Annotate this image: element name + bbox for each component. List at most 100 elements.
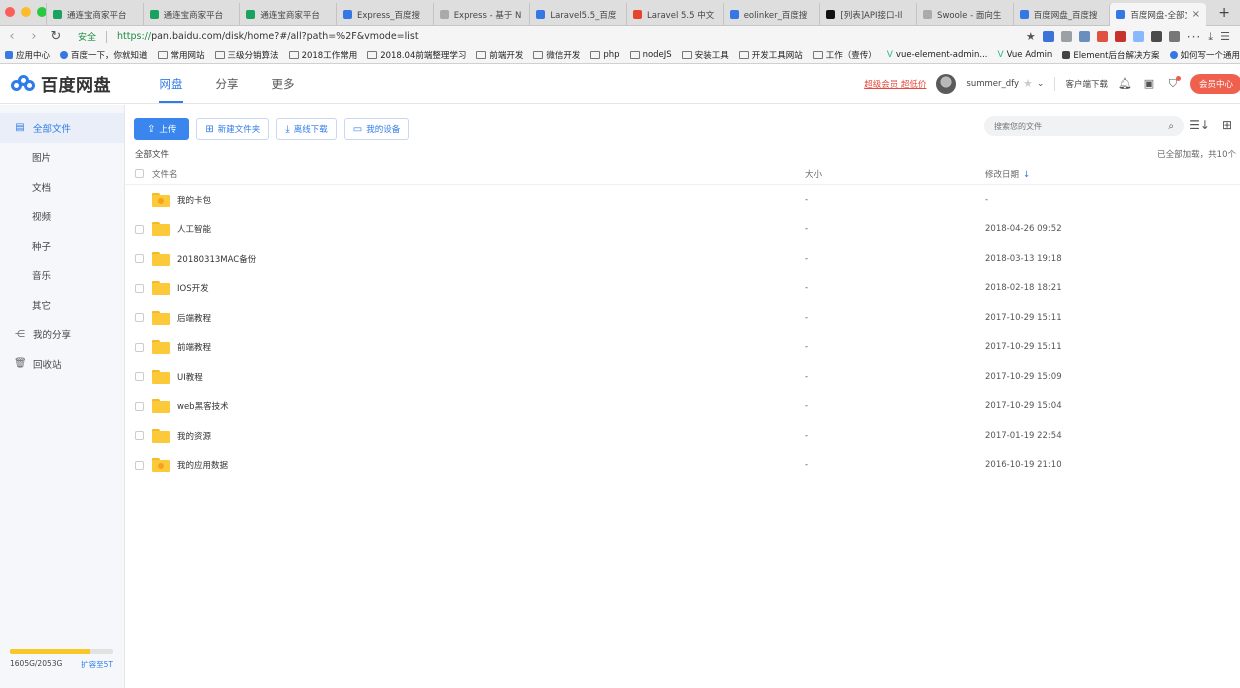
nav-tab[interactable]: 更多 bbox=[255, 64, 311, 103]
bell-icon[interactable]: 🔔︎ bbox=[1118, 77, 1132, 91]
row-checkbox[interactable] bbox=[135, 431, 144, 441]
row-checkbox[interactable] bbox=[135, 313, 144, 323]
column-name-header[interactable]: 文件名 bbox=[152, 168, 805, 180]
sidebar-item[interactable]: ▤ 全部文件 bbox=[0, 113, 124, 143]
reload-icon[interactable]: ↻ bbox=[50, 29, 62, 44]
browser-tab[interactable]: Express_百度搜 bbox=[336, 3, 433, 26]
more-icon[interactable]: ··· bbox=[1187, 30, 1201, 44]
row-checkbox[interactable] bbox=[135, 372, 144, 382]
row-checkbox[interactable] bbox=[135, 283, 144, 293]
row-checkbox[interactable] bbox=[135, 224, 144, 234]
sort-list-icon[interactable]: ☰↓ bbox=[1189, 118, 1210, 132]
minimize-window-button[interactable] bbox=[21, 7, 31, 17]
column-size-header[interactable]: 大小 bbox=[805, 168, 985, 180]
table-row[interactable]: 我的资源 - 2017-01-19 22:54 bbox=[125, 421, 1240, 451]
extension-red-icon[interactable] bbox=[1096, 31, 1108, 42]
sidebar-item[interactable]: 图片 bbox=[0, 143, 124, 173]
bookmark-item[interactable]: 微信开发 bbox=[533, 49, 580, 61]
member-center-button[interactable]: 会员中心 bbox=[1189, 73, 1240, 94]
close-tab-icon[interactable]: × bbox=[1192, 9, 1200, 20]
bookmark-item[interactable]: php bbox=[590, 50, 620, 60]
file-name[interactable]: 我的资源 bbox=[177, 430, 805, 442]
bookmark-item[interactable]: Vvue-element-admin... bbox=[887, 50, 988, 60]
nav-tab[interactable]: 分享 bbox=[199, 64, 255, 103]
browser-tab[interactable]: 通连宝商家平台 bbox=[46, 3, 143, 26]
file-name[interactable]: IOS开发 bbox=[177, 282, 805, 294]
row-checkbox[interactable] bbox=[135, 401, 144, 411]
file-name[interactable]: 20180313MAC备份 bbox=[177, 253, 805, 265]
my-devices-button[interactable]: ▭ 我的设备 bbox=[343, 118, 410, 140]
logo[interactable]: 百度网盘 bbox=[11, 71, 131, 96]
browser-tab[interactable]: 百度网盘-全部文 × bbox=[1109, 3, 1207, 26]
file-name[interactable]: UI教程 bbox=[177, 371, 805, 383]
browser-tab[interactable]: 百度网盘_百度搜 bbox=[1012, 3, 1110, 26]
file-name[interactable]: 前端教程 bbox=[177, 341, 805, 353]
bookmark-item[interactable]: 应用中心 bbox=[5, 49, 50, 61]
download-icon[interactable]: ⤓ bbox=[1208, 30, 1213, 44]
nav-tab[interactable]: 网盘 bbox=[143, 64, 199, 103]
search-input[interactable] bbox=[994, 121, 1169, 131]
vip-promo-link[interactable]: 超级会员 超低价 bbox=[864, 78, 926, 90]
sidebar-item[interactable]: 种子 bbox=[0, 231, 124, 261]
file-name[interactable]: 我的卡包 bbox=[177, 194, 805, 206]
bookmark-item[interactable]: V Vue Admin bbox=[998, 50, 1053, 60]
clipboard-icon[interactable]: ▣ bbox=[1142, 77, 1156, 91]
breadcrumb[interactable]: 全部文件 bbox=[135, 148, 169, 160]
table-row[interactable]: 人工智能 - 2018-04-26 09:52 bbox=[125, 215, 1240, 245]
shirt-icon[interactable]: ⛉ bbox=[1166, 75, 1181, 91]
bookmark-item[interactable]: 2018工作常用 bbox=[288, 49, 357, 61]
new-tab-button[interactable]: + bbox=[1218, 5, 1230, 21]
extension-bag-icon[interactable] bbox=[1168, 31, 1180, 42]
bookmark-item[interactable]: Element后台解决方案 bbox=[1062, 49, 1160, 61]
table-row[interactable]: 我的应用数据 - 2016-10-19 21:10 bbox=[125, 451, 1240, 481]
file-name[interactable]: 后端教程 bbox=[177, 312, 805, 324]
column-date-header[interactable]: 修改日期 ↓ bbox=[985, 168, 1240, 180]
browser-tab[interactable]: Express - 基于 N bbox=[432, 3, 530, 26]
sidebar-item[interactable]: 视频 bbox=[0, 202, 124, 232]
search-icon[interactable]: ⌕ bbox=[1168, 121, 1174, 132]
table-row[interactable]: 我的卡包 - - bbox=[125, 185, 1240, 215]
bookmark-item[interactable]: 常用网站 bbox=[157, 49, 205, 61]
upload-button[interactable]: ⇪ 上传 bbox=[134, 118, 190, 140]
sidebar-item[interactable]: 文档 bbox=[0, 172, 124, 202]
file-name[interactable]: 我的应用数据 bbox=[177, 459, 805, 471]
avatar[interactable] bbox=[936, 73, 957, 94]
bookmark-item[interactable]: 安装工具 bbox=[681, 49, 729, 61]
bookmark-item[interactable]: 百度一下，你就知道 bbox=[60, 49, 148, 61]
bookmark-item[interactable]: nodeJS bbox=[629, 50, 672, 60]
browser-tab[interactable]: Swoole - 面向生 bbox=[916, 3, 1013, 26]
row-checkbox[interactable] bbox=[135, 254, 144, 264]
forward-icon[interactable]: › bbox=[28, 29, 40, 44]
table-row[interactable]: web黑客技术 - 2017-10-29 15:04 bbox=[125, 392, 1240, 422]
bookmark-item[interactable]: 三级分销算法 bbox=[214, 49, 279, 61]
table-row[interactable]: IOS开发 - 2018-02-18 18:21 bbox=[125, 274, 1240, 304]
table-row[interactable]: 前端教程 - 2017-10-29 15:11 bbox=[125, 333, 1240, 363]
browser-tab[interactable]: 通连宝商家平台 bbox=[239, 3, 336, 26]
extension-camera-icon[interactable] bbox=[1150, 31, 1162, 42]
file-name[interactable]: 人工智能 bbox=[177, 223, 805, 235]
url-field[interactable]: https://pan.baidu.com/disk/home?#/all?pa… bbox=[117, 31, 1016, 42]
select-all-checkbox[interactable] bbox=[135, 169, 144, 178]
client-download-link[interactable]: 客户端下载 bbox=[1065, 78, 1108, 90]
extension-shield-icon[interactable] bbox=[1042, 31, 1054, 42]
bookmark-item[interactable]: 前端开发 bbox=[476, 49, 523, 61]
row-checkbox[interactable] bbox=[135, 460, 144, 470]
bookmark-item[interactable]: 如何写一个通用的RE... bbox=[1169, 49, 1240, 61]
extension-blue-icon[interactable] bbox=[1132, 31, 1144, 42]
sidebar-item[interactable]: ⋲ 我的分享 bbox=[0, 320, 124, 350]
table-row[interactable]: UI教程 - 2017-10-29 15:09 bbox=[125, 362, 1240, 392]
expand-storage-link[interactable]: 扩容至5T bbox=[81, 659, 113, 670]
browser-tab[interactable]: eolinker_百度搜 bbox=[722, 3, 820, 26]
sidebar-item[interactable]: 音乐 bbox=[0, 261, 124, 291]
offline-download-button[interactable]: ⤓ 离线下载 bbox=[276, 118, 337, 140]
back-icon[interactable]: ‹ bbox=[6, 29, 18, 44]
menu-icon[interactable]: ☰ bbox=[1220, 30, 1230, 43]
table-row[interactable]: 后端教程 - 2017-10-29 15:11 bbox=[125, 303, 1240, 333]
row-checkbox[interactable] bbox=[135, 342, 144, 352]
extension-pdf-icon[interactable] bbox=[1114, 31, 1126, 42]
browser-tab[interactable]: 通连宝商家平台 bbox=[142, 3, 240, 26]
bookmark-item[interactable]: 2018.04前端整理学习 bbox=[367, 49, 466, 61]
file-name[interactable]: web黑客技术 bbox=[177, 400, 805, 412]
browser-tab[interactable]: Laravel5.5_百度 bbox=[529, 3, 626, 26]
new-folder-button[interactable]: ⊞ 新建文件夹 bbox=[196, 118, 270, 140]
